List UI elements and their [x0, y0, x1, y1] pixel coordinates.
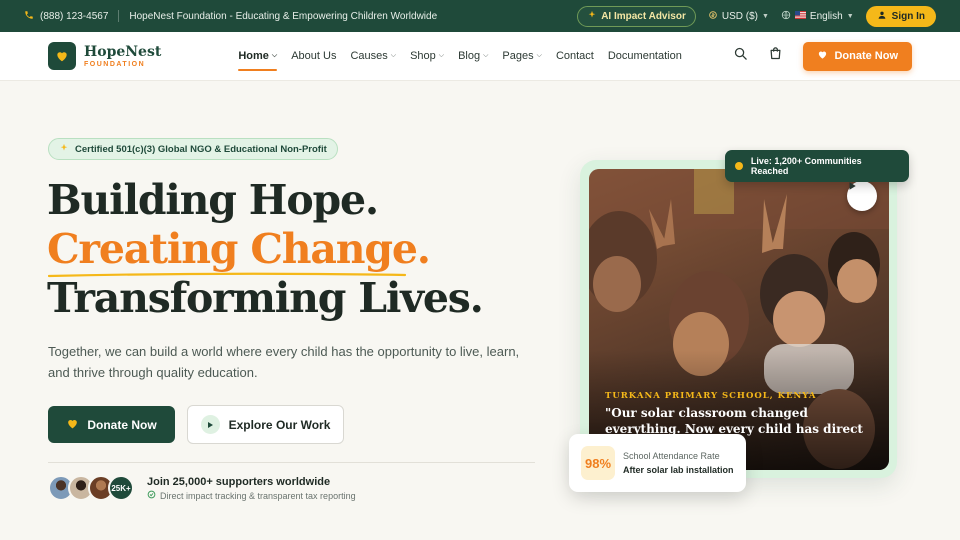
supporters-subtitle: Direct impact tracking & transparent tax…: [147, 490, 356, 501]
brand-subtitle: FOUNDATION: [84, 60, 146, 68]
nav-item-pages[interactable]: Pages ⌵: [502, 46, 542, 66]
nav-menu: Home ⌵ About Us Causes ⌵ Shop ⌵ Blog ⌵ Pages…: [238, 46, 682, 71]
currency-selector[interactable]: USD ($) ▼: [708, 10, 769, 23]
phone-icon: [24, 10, 34, 23]
chevron-down-icon: ⌵: [390, 52, 397, 59]
nav-donate-label: Donate Now: [834, 50, 898, 62]
heart-logo-icon: [48, 42, 76, 70]
stat-sublabel: After solar lab installation: [623, 465, 734, 475]
nav-item-label: Home: [238, 50, 269, 62]
user-icon: [877, 10, 887, 23]
nav-item-label: Causes: [350, 50, 388, 62]
ai-advisor-button[interactable]: AI Impact Advisor: [577, 5, 696, 27]
nav-item-label: Blog: [458, 50, 481, 62]
nav-donate-button[interactable]: Donate Now: [803, 41, 912, 71]
supporters-subtitle-text: Direct impact tracking & transparent tax…: [160, 490, 356, 501]
flag-icon: [794, 10, 806, 22]
supporters-count-badge: 25K+: [108, 475, 134, 501]
coin-icon: [708, 10, 718, 23]
live-dot-icon: [735, 162, 743, 170]
play-icon: [200, 415, 220, 434]
hero-divider: [48, 462, 535, 463]
nav-item-about-us[interactable]: About Us: [291, 46, 336, 66]
main-nav: HopeNest FOUNDATION Home ⌵ About Us Cause…: [0, 32, 960, 81]
brand-name: HopeNest: [84, 43, 162, 60]
certification-badge: Certified 501(c)(3) Global NGO & Educati…: [48, 138, 338, 160]
topbar-tagline: HopeNest Foundation - Educating & Empowe…: [129, 10, 438, 22]
phone-contact[interactable]: (888) 123-4567: [24, 10, 108, 23]
language-selector[interactable]: English ▼: [781, 10, 854, 23]
nav-item-label: Contact: [555, 50, 594, 62]
currency-label: USD ($): [721, 10, 758, 22]
hero-donate-label: Donate Now: [87, 417, 157, 432]
heart-icon: [66, 417, 79, 433]
stat-label: School Attendance Rate: [623, 451, 720, 461]
nav-item-blog[interactable]: Blog ⌵: [458, 46, 488, 66]
nav-item-documentation[interactable]: Documentation: [608, 46, 682, 66]
hero-description: Together, we can build a world where eve…: [48, 344, 520, 380]
headline-line-3: Transforming Lives.: [47, 274, 484, 322]
explore-work-label: Explore Our Work: [228, 417, 331, 432]
nav-item-label: About Us: [291, 50, 337, 62]
nav-item-causes[interactable]: Causes ⌵: [350, 46, 396, 66]
play-icon: [849, 182, 856, 190]
supporter-avatars: 25K+: [48, 475, 134, 501]
brand-logo[interactable]: HopeNest FOUNDATION: [48, 42, 161, 70]
stat-value: 98%: [581, 446, 615, 480]
sign-in-label: Sign In: [891, 10, 925, 22]
check-circle-icon: [147, 490, 156, 501]
sparkle-icon: [59, 143, 69, 156]
chevron-down-icon: ⌵: [536, 52, 542, 59]
nav-item-shop[interactable]: Shop ⌵: [410, 46, 444, 66]
sign-in-button[interactable]: Sign In: [865, 5, 936, 27]
globe-icon: [781, 10, 791, 23]
hero-donate-button[interactable]: Donate Now: [48, 406, 175, 443]
photo-location: TURKANA PRIMARY SCHOOL, KENYA: [605, 391, 817, 401]
headline-line-2: Creating Change.: [47, 225, 431, 273]
ai-advisor-label: AI Impact Advisor: [601, 10, 686, 22]
attendance-stat-card: 98% School Attendance Rate After solar l…: [569, 434, 746, 492]
topbar-divider: [118, 10, 120, 22]
nav-item-label: Shop: [410, 50, 436, 62]
video-play-button[interactable]: [847, 181, 877, 211]
language-label: English: [809, 10, 843, 22]
nav-item-label: Documentation: [607, 50, 682, 62]
cart-icon[interactable]: [768, 46, 783, 66]
chevron-down-icon: ⌵: [438, 52, 445, 59]
nav-item-label: Pages: [502, 50, 534, 62]
certification-text: Certified 501(c)(3) Global NGO & Educati…: [75, 143, 327, 155]
search-icon[interactable]: [733, 46, 748, 66]
chevron-down-icon: ⌵: [483, 52, 489, 59]
top-bar: (888) 123-4567 HopeNest Foundation - Edu…: [0, 0, 960, 32]
explore-work-button[interactable]: Explore Our Work: [187, 405, 344, 444]
hero-photo: TURKANA PRIMARY SCHOOL, KENYA "Our solar…: [589, 169, 889, 470]
live-status-badge: Live: 1,200+ Communities Reached: [725, 150, 909, 182]
phone-number: (888) 123-4567: [40, 10, 109, 22]
chevron-down-icon: ⌵: [271, 52, 278, 59]
chevron-down-icon: ▼: [761, 12, 769, 20]
live-status-text: Live: 1,200+ Communities Reached: [750, 156, 862, 176]
chevron-down-icon: ▼: [846, 12, 854, 20]
heart-icon: [817, 49, 828, 63]
sparkle-icon: [587, 10, 597, 23]
nav-item-contact[interactable]: Contact: [556, 46, 594, 66]
headline-line-1: Building Hope.: [47, 176, 379, 224]
supporters-title: Join 25,000+ supporters worldwide: [147, 476, 331, 488]
nav-item-home[interactable]: Home ⌵: [238, 46, 278, 71]
